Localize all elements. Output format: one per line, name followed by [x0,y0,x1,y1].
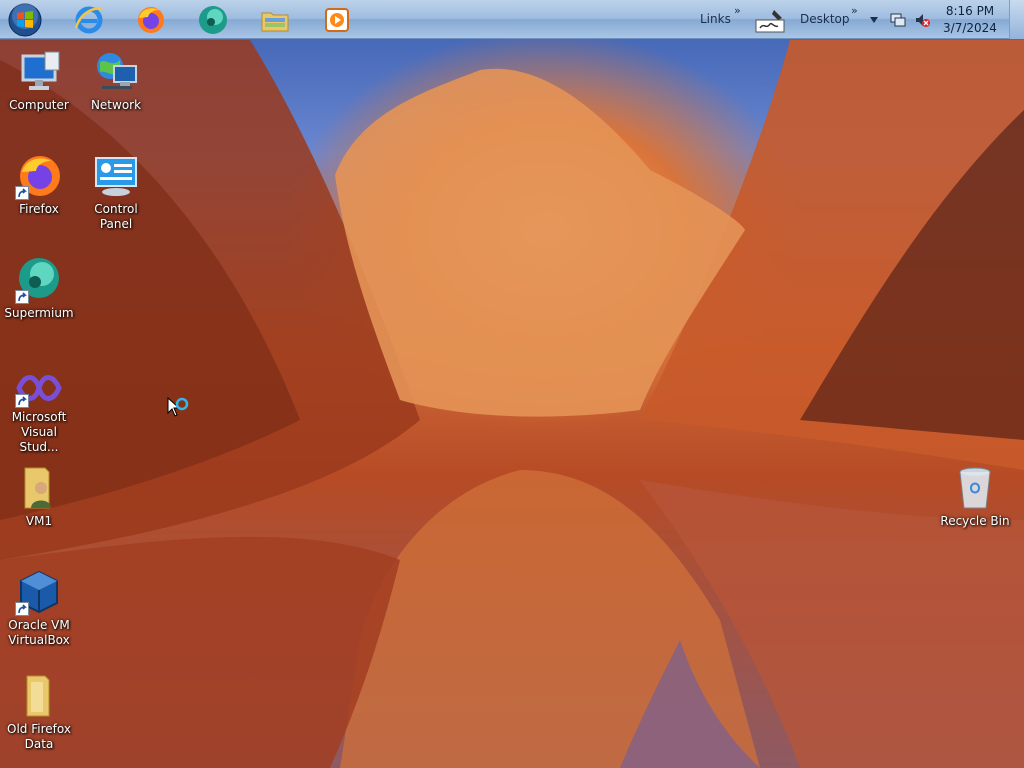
control-panel-icon [92,152,140,200]
supermium-icon [15,256,63,304]
network-monitor-icon [890,13,906,27]
windows-logo-icon [8,3,42,37]
taskbar-clock[interactable]: 8:16 PM 3/7/2024 [940,3,1000,37]
speaker-muted-icon [916,14,930,27]
desktop-icon-label: Network [90,98,142,112]
desktop-icon-label: Recycle Bin [940,514,1010,528]
desktop-icon-label: Computer [9,98,69,112]
desktop-icon-virtualbox[interactable]: Oracle VM VirtualBox [0,568,78,648]
clock-time: 8:16 PM [945,4,995,18]
desktop-icon-label: Control Panel [94,202,138,231]
mouse-cursor [167,396,191,425]
desktop-toolbar-label[interactable]: Desktop [800,12,850,26]
taskbar: Links » Desktop » 8:16 PM 3/7/2024 [0,0,1024,39]
taskbar-media-player[interactable] [319,2,355,38]
desktop-icon-control-panel[interactable]: Control Panel [77,152,155,232]
tray-overflow-button[interactable] [866,2,882,38]
firefox-icon [15,152,63,200]
folder-icon [261,12,289,32]
desktop-icon-label: Oracle VM VirtualBox [8,618,70,647]
shortcut-arrow-icon [15,186,29,200]
tray-volume[interactable] [912,2,932,38]
shortcut-arrow-icon [15,290,29,304]
supermium-icon [199,6,227,34]
taskbar-file-explorer[interactable] [257,2,293,38]
desktop-wallpaper [0,0,1024,768]
desktop-icon-label: Firefox [19,202,59,216]
user-folder-icon [15,464,63,512]
desktop-icon-visual-studio[interactable]: Microsoft Visual Stud... [0,368,78,455]
desktop-icon-network[interactable]: Network [77,48,155,113]
desktop-icon-label: Old Firefox Data [7,722,71,751]
shortcut-arrow-icon [15,602,29,616]
folder-icon [15,672,63,720]
caret-down-icon [870,17,878,23]
desktop-icon-label: VM1 [25,514,53,528]
desktop-icon-label: Supermium [4,306,74,320]
desktop-icon-old-firefox-data[interactable]: Old Firefox Data [0,672,78,752]
shortcut-arrow-icon [15,394,29,408]
taskbar-internet-explorer[interactable] [71,2,107,38]
firefox-icon [138,7,164,33]
busy-cursor-icon [167,396,189,417]
network-globe-icon [92,48,140,96]
desktop-icon-label: Microsoft Visual Stud... [11,410,67,454]
desktop-icon-recycle-bin[interactable]: Recycle Bin [936,464,1014,529]
desktop-icon-computer[interactable]: Computer [0,48,78,113]
desktop-icon-supermium[interactable]: Supermium [0,256,78,321]
links-chevron[interactable]: » [734,4,741,17]
wallpaper-rock-formation [0,40,1024,768]
recycle-bin-icon [951,464,999,512]
virtualbox-icon [15,568,63,616]
links-toolbar-label[interactable]: Links [700,12,731,26]
tray-network[interactable] [888,2,908,38]
desktop-icon-vm1[interactable]: VM1 [0,464,78,529]
internet-explorer-icon [74,6,103,34]
clock-date: 3/7/2024 [943,21,997,35]
start-button[interactable] [6,1,44,39]
taskbar-pen-tool[interactable] [752,3,788,39]
visual-studio-icon [15,368,63,408]
media-player-icon [325,8,349,32]
computer-icon [15,48,63,96]
pen-signature-icon [755,10,785,33]
show-desktop-button[interactable] [1009,0,1024,39]
taskbar-firefox[interactable] [133,2,169,38]
taskbar-supermium[interactable] [195,2,231,38]
desktop-chevron[interactable]: » [851,4,858,17]
desktop-icon-firefox[interactable]: Firefox [0,152,78,217]
